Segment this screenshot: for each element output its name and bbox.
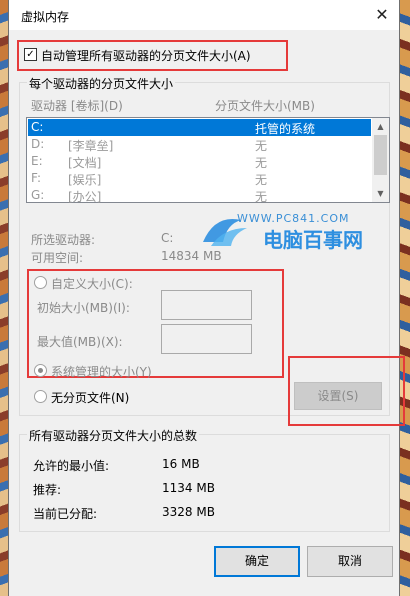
drive-row-d[interactable]: D: [李章垒] 无 bbox=[28, 136, 371, 153]
drive-size: 无 bbox=[255, 156, 268, 170]
drive-list[interactable]: C: 托管的系统 D: [李章垒] 无 E: [文档] 无 F: [娱乐] 无 … bbox=[26, 117, 390, 204]
drive-letter: C: bbox=[31, 120, 44, 134]
background-left bbox=[0, 0, 8, 596]
allocated-label: 当前已分配: bbox=[33, 507, 98, 521]
drive-size: 无 bbox=[255, 139, 268, 153]
virtual-memory-dialog: 虚拟内存 ✕ ✓ 自动管理所有驱动器的分页文件大小(A) 每个驱动器的分页文件大… bbox=[8, 0, 405, 596]
cancel-button[interactable]: 取消 bbox=[307, 546, 393, 577]
drive-row-e[interactable]: E: [文档] 无 bbox=[28, 153, 371, 170]
selected-drive-label: 所选驱动器: bbox=[31, 233, 96, 247]
drive-letter: E: bbox=[31, 154, 43, 168]
drive-label: [娱乐] bbox=[68, 173, 102, 187]
title-bar: 虚拟内存 ✕ bbox=[9, 0, 399, 30]
scroll-up-icon[interactable]: ▲ bbox=[372, 118, 389, 135]
drive-label: [文档] bbox=[68, 156, 102, 170]
initial-size-label: 初始大小(MB)(I): bbox=[37, 301, 130, 315]
group-drives-label: 每个驱动器的分页文件大小 bbox=[27, 75, 176, 92]
custom-size-label[interactable]: 自定义大小(C): bbox=[51, 275, 133, 292]
window-title: 虚拟内存 bbox=[21, 10, 70, 24]
column-header-size: 分页文件大小(MB) bbox=[215, 99, 315, 113]
available-space-value: 14834 MB bbox=[161, 249, 222, 263]
scroll-down-icon[interactable]: ▼ bbox=[372, 185, 389, 202]
max-size-input[interactable] bbox=[161, 324, 252, 354]
min-allowed-value: 16 MB bbox=[162, 457, 200, 471]
recommended-label: 推荐: bbox=[33, 483, 62, 497]
system-managed-label[interactable]: 系统管理的大小(Y) bbox=[51, 363, 152, 380]
auto-manage-label: 自动管理所有驱动器的分页文件大小(A) bbox=[41, 49, 251, 63]
available-space-label: 可用空间: bbox=[31, 251, 84, 265]
ok-button[interactable]: 确定 bbox=[214, 546, 300, 577]
drive-label: [办公] bbox=[68, 190, 102, 204]
cancel-button-label: 取消 bbox=[337, 554, 362, 568]
drive-row-f[interactable]: F: [娱乐] 无 bbox=[28, 170, 371, 187]
drive-size: 无 bbox=[255, 173, 268, 187]
selected-drive-value: C: bbox=[161, 231, 174, 245]
drive-label: [李章垒] bbox=[68, 139, 114, 153]
scroll-thumb[interactable] bbox=[374, 135, 387, 175]
watermark-text: 电脑百事网 bbox=[263, 228, 363, 252]
ok-button-label: 确定 bbox=[244, 554, 269, 568]
max-size-label: 最大值(MB)(X): bbox=[37, 335, 123, 349]
drive-letter: D: bbox=[31, 137, 45, 151]
drive-size: 托管的系统 bbox=[255, 122, 316, 136]
recommended-value: 1134 MB bbox=[162, 481, 215, 495]
drive-list-scrollbar[interactable]: ▲ ▼ bbox=[372, 118, 389, 202]
drive-row-c[interactable]: C: 托管的系统 bbox=[28, 119, 371, 136]
min-allowed-label: 允许的最小值: bbox=[33, 459, 110, 473]
close-icon[interactable]: ✕ bbox=[371, 4, 393, 26]
allocated-value: 3328 MB bbox=[162, 505, 215, 519]
group-totals-label: 所有驱动器分页文件大小的总数 bbox=[27, 427, 200, 444]
set-button-label: 设置(S) bbox=[317, 389, 359, 403]
auto-manage-checkbox[interactable]: ✓ bbox=[24, 48, 37, 61]
set-button[interactable]: 设置(S) bbox=[294, 382, 382, 410]
no-paging-radio[interactable] bbox=[34, 390, 47, 403]
drive-size: 无 bbox=[255, 190, 268, 204]
drive-letter: G: bbox=[31, 188, 45, 202]
no-paging-label[interactable]: 无分页文件(N) bbox=[51, 389, 129, 406]
column-header-drive: 驱动器 [卷标](D) bbox=[31, 99, 123, 113]
site-watermark: WWW.PC841.COM 电脑百事网 bbox=[197, 212, 397, 252]
drive-letter: F: bbox=[31, 171, 42, 185]
drive-row-g[interactable]: G: [办公] 无 bbox=[28, 187, 371, 204]
custom-size-radio[interactable] bbox=[34, 276, 47, 289]
initial-size-input[interactable] bbox=[161, 290, 252, 320]
system-managed-radio[interactable] bbox=[34, 364, 47, 377]
